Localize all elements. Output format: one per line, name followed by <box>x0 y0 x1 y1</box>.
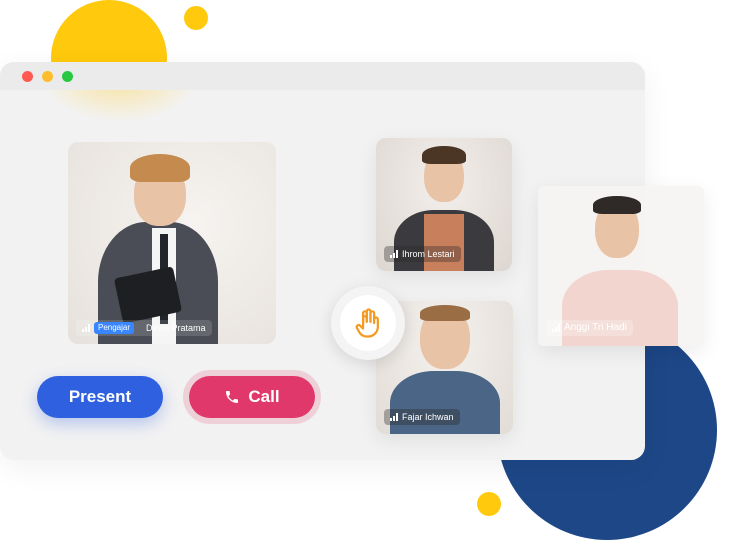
call-button[interactable]: Call <box>189 376 315 418</box>
video-tile-ihrom[interactable]: Ihrom Lestari <box>376 138 512 271</box>
signal-icon <box>552 324 560 332</box>
participant-name: Anggi Tri Hadi <box>564 322 627 333</box>
video-tile-anggi[interactable]: Anggi Tri Hadi <box>538 186 704 346</box>
participant-name: Fajar Ichwan <box>402 412 454 422</box>
hand-icon <box>355 308 379 338</box>
close-window-button[interactable] <box>22 71 33 82</box>
signal-icon <box>82 324 90 332</box>
participant-video <box>68 142 276 344</box>
window-titlebar <box>0 62 645 90</box>
raise-hand-button[interactable] <box>331 286 405 360</box>
participant-label: Pengajar Devin Pratama <box>76 320 212 336</box>
decor-yellow-dot-bottom <box>477 492 501 516</box>
maximize-window-button[interactable] <box>62 71 73 82</box>
minimize-window-button[interactable] <box>42 71 53 82</box>
present-button[interactable]: Present <box>37 376 163 418</box>
participant-name: Ihrom Lestari <box>402 249 455 259</box>
phone-icon <box>226 391 239 403</box>
role-badge: Pengajar <box>94 322 135 334</box>
decor-yellow-dot-top <box>184 6 208 30</box>
present-button-label: Present <box>68 387 132 406</box>
participant-label: Fajar Ichwan <box>384 409 460 425</box>
call-button-label: Call <box>248 387 280 406</box>
participant-label: Anggi Tri Hadi <box>546 320 633 336</box>
video-tile-devin[interactable]: Pengajar Devin Pratama <box>68 142 276 344</box>
signal-icon <box>390 250 398 258</box>
participant-label: Ihrom Lestari <box>384 246 461 262</box>
signal-icon <box>390 413 398 421</box>
participant-name: Devin Pratama <box>146 323 206 333</box>
